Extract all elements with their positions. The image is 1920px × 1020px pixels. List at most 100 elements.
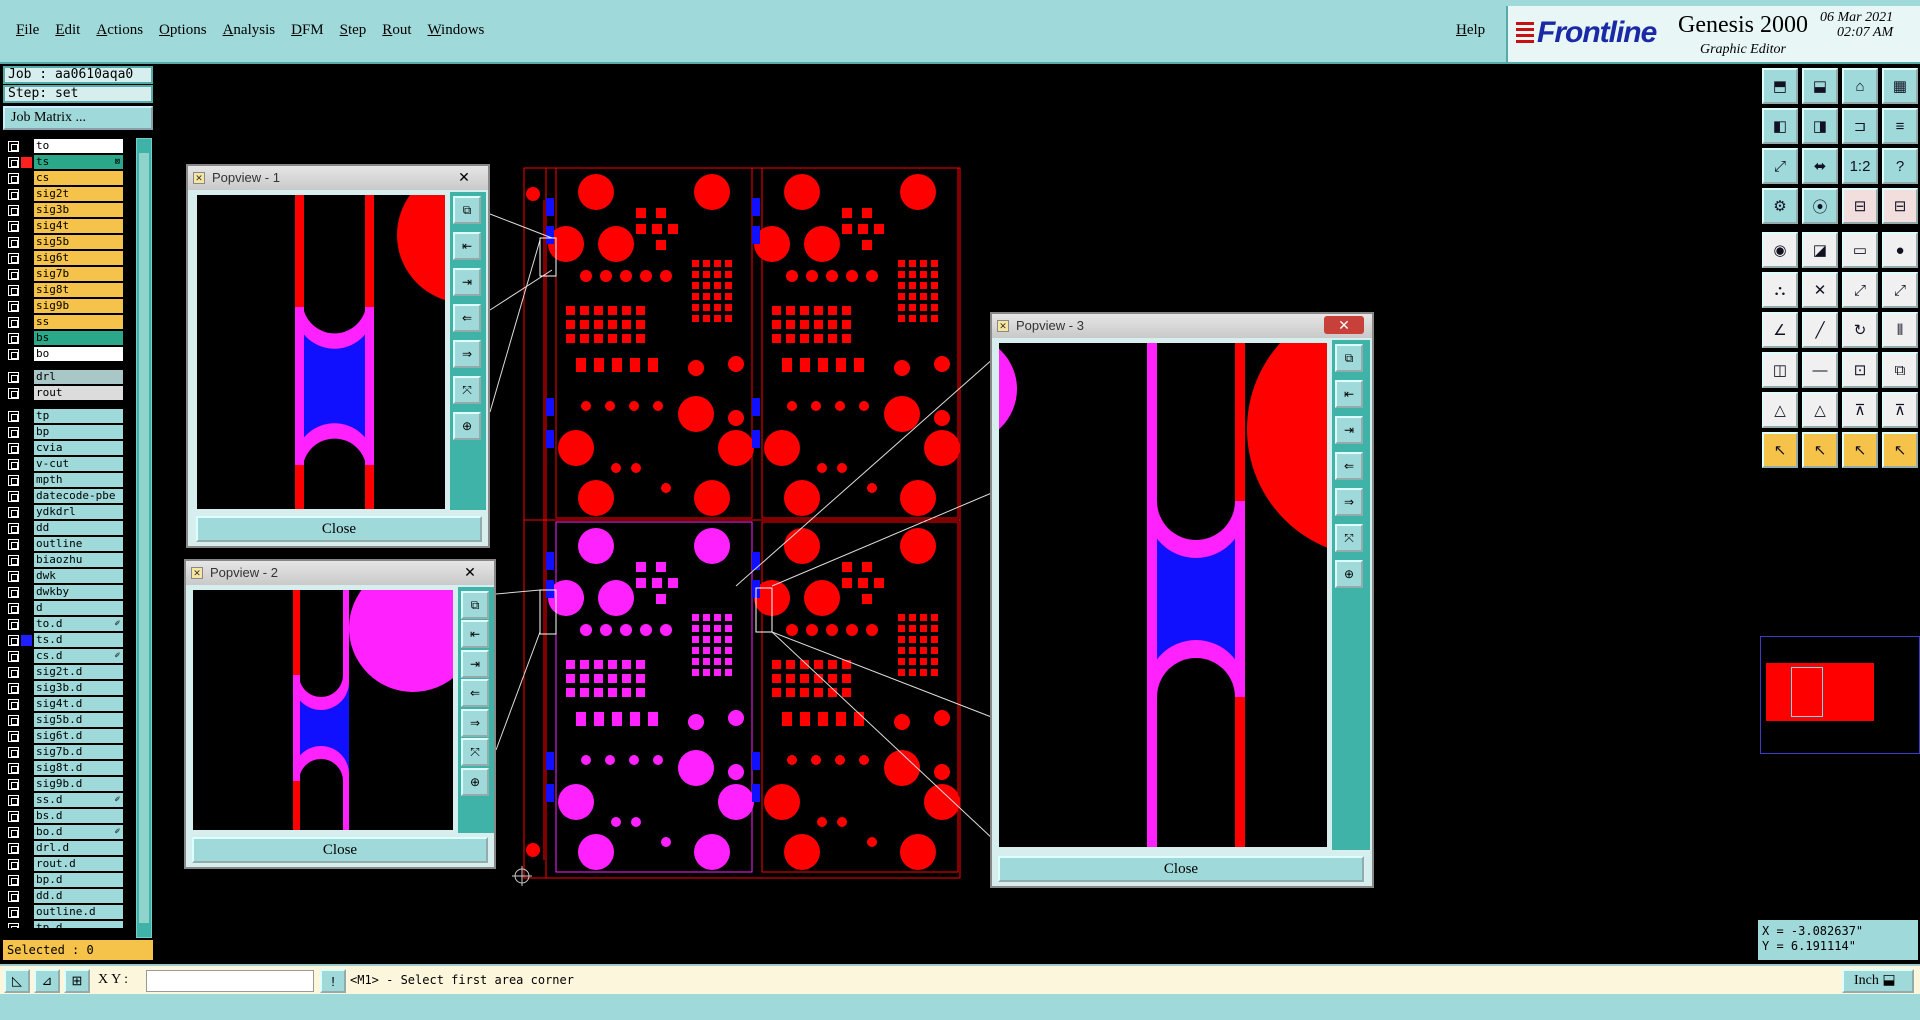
- layer-row[interactable]: sig2t: [3, 186, 123, 202]
- layer-row[interactable]: dd: [3, 520, 123, 536]
- layer-color-swatch[interactable]: [21, 140, 32, 152]
- select-multi-icon[interactable]: ↖: [1882, 432, 1918, 468]
- layer-name[interactable]: to: [34, 139, 123, 153]
- zoom-in-icon[interactable]: ⤢: [1762, 148, 1798, 184]
- layer-row[interactable]: tp.d: [3, 920, 123, 928]
- layer-checkbox[interactable]: [8, 172, 19, 184]
- layer-checkbox[interactable]: [8, 650, 19, 662]
- layer-name[interactable]: sig2t: [34, 187, 123, 201]
- layer-row[interactable]: bo: [3, 346, 123, 362]
- layer-color-swatch[interactable]: [21, 714, 32, 726]
- layer-checkbox[interactable]: [8, 268, 19, 280]
- measure-icon[interactable]: ⊿: [34, 969, 60, 993]
- layer-color-swatch[interactable]: [21, 730, 32, 742]
- layer-color-swatch[interactable]: [21, 426, 32, 438]
- layers-icon[interactable]: ⊟: [1842, 188, 1878, 224]
- angle-icon[interactable]: ∠: [1762, 312, 1798, 348]
- layer-color-swatch[interactable]: [21, 284, 32, 296]
- layer-up-icon[interactable]: ⬒: [1762, 68, 1798, 104]
- layer-color-swatch[interactable]: [21, 586, 32, 598]
- layer-row[interactable]: sig7b.d: [3, 744, 123, 760]
- popview-2-titlebar[interactable]: ✕ Popview - 2: [186, 561, 494, 585]
- layer-name[interactable]: dwkby: [34, 585, 123, 599]
- layer-name[interactable]: ydkdrl: [34, 505, 123, 519]
- layer-row[interactable]: sig9b.d: [3, 776, 123, 792]
- triangle-alt-icon[interactable]: △: [1802, 392, 1838, 428]
- layer-color-swatch[interactable]: [21, 316, 32, 328]
- layer-color-swatch[interactable]: [21, 634, 32, 646]
- pan-left-icon[interactable]: ⇤: [453, 232, 481, 260]
- layer-checkbox[interactable]: [8, 236, 19, 248]
- layer-color-swatch[interactable]: [21, 442, 32, 454]
- layer-name[interactable]: d: [34, 601, 123, 615]
- zoom-back-icon[interactable]: ⇐: [461, 679, 489, 708]
- layer-name[interactable]: sig8t.d: [34, 761, 123, 775]
- menu-edit[interactable]: Edit: [47, 22, 88, 39]
- zoom-forward-icon[interactable]: ⇒: [1335, 488, 1363, 516]
- layer-row[interactable]: sig6t.d: [3, 728, 123, 744]
- layer-name[interactable]: datecode-pbe: [34, 489, 123, 503]
- layer-checkbox[interactable]: [8, 387, 19, 399]
- layer-checkbox[interactable]: [8, 410, 19, 422]
- layer-row[interactable]: mpth: [3, 472, 123, 488]
- layer-row[interactable]: drl: [3, 369, 123, 385]
- layer-checkbox[interactable]: [8, 746, 19, 758]
- layer-row[interactable]: rout.d: [3, 856, 123, 872]
- layer-checkbox[interactable]: [8, 474, 19, 486]
- layer-row[interactable]: rout: [3, 385, 123, 401]
- popview-1-view[interactable]: [194, 192, 448, 512]
- layer-checkbox[interactable]: [8, 906, 19, 918]
- layer-name[interactable]: ss: [34, 315, 123, 329]
- layer-name[interactable]: tp: [34, 409, 123, 423]
- zoom-back-icon[interactable]: ⇐: [1335, 452, 1363, 480]
- layer-row[interactable]: to: [3, 138, 123, 154]
- layer-name[interactable]: sig8t: [34, 283, 123, 297]
- layer-name[interactable]: tp.d: [34, 921, 123, 928]
- layer-name[interactable]: cs.d ✐: [34, 649, 123, 663]
- list-icon[interactable]: ≡: [1882, 108, 1918, 144]
- layer-name[interactable]: ss.d ✐: [34, 793, 123, 807]
- layer-name[interactable]: sig2t.d: [34, 665, 123, 679]
- popview-1-close-button[interactable]: Close: [196, 516, 482, 542]
- layer-name[interactable]: rout.d: [34, 857, 123, 871]
- layer-checkbox[interactable]: [8, 554, 19, 566]
- pan-right-icon[interactable]: ⇥: [461, 649, 489, 678]
- layer-checkbox[interactable]: [8, 522, 19, 534]
- layer-color-swatch[interactable]: [21, 172, 32, 184]
- layer-row[interactable]: sig3b.d: [3, 680, 123, 696]
- layer-color-swatch[interactable]: [21, 746, 32, 758]
- connect-icon[interactable]: ⛬: [1762, 272, 1798, 308]
- close-icon[interactable]: ✕: [450, 563, 490, 581]
- layer-checkbox[interactable]: [8, 858, 19, 870]
- layer-row[interactable]: biaozhu: [3, 552, 123, 568]
- layer-checkbox[interactable]: [8, 458, 19, 470]
- layer-name[interactable]: v-cut: [34, 457, 123, 471]
- layer-row[interactable]: bs: [3, 330, 123, 346]
- layer-name[interactable]: bs: [34, 331, 123, 345]
- layer-color-swatch[interactable]: [21, 554, 32, 566]
- close-icon[interactable]: ✕: [444, 168, 484, 186]
- overview-map[interactable]: [1760, 636, 1920, 754]
- layer-checkbox[interactable]: [8, 140, 19, 152]
- layer-color-swatch[interactable]: [21, 778, 32, 790]
- layer-color-swatch[interactable]: [21, 922, 32, 928]
- layer-color-swatch[interactable]: [21, 618, 32, 630]
- zoom-home-icon[interactable]: ⧉: [461, 591, 489, 619]
- layer-name[interactable]: sig6t.d: [34, 729, 123, 743]
- layer-checkbox[interactable]: [8, 252, 19, 264]
- layer-checkbox[interactable]: [8, 506, 19, 518]
- layer-color-swatch[interactable]: [21, 682, 32, 694]
- layer-checkbox[interactable]: [8, 890, 19, 902]
- layer-row[interactable]: ts.d: [3, 632, 123, 648]
- layer-checkbox[interactable]: [8, 602, 19, 614]
- popview-1-titlebar[interactable]: ✕ Popview - 1: [188, 166, 488, 190]
- layer-checkbox[interactable]: [8, 156, 19, 168]
- layer-color-swatch[interactable]: [21, 458, 32, 470]
- layer-checkbox[interactable]: [8, 794, 19, 806]
- layer-checkbox[interactable]: [8, 570, 19, 582]
- menu-help[interactable]: Help: [1448, 22, 1493, 39]
- layer-color-swatch[interactable]: [21, 762, 32, 774]
- layer-color-swatch[interactable]: [21, 410, 32, 422]
- select-area-icon[interactable]: ↖: [1842, 432, 1878, 468]
- scale-icon[interactable]: 1:2: [1842, 148, 1878, 184]
